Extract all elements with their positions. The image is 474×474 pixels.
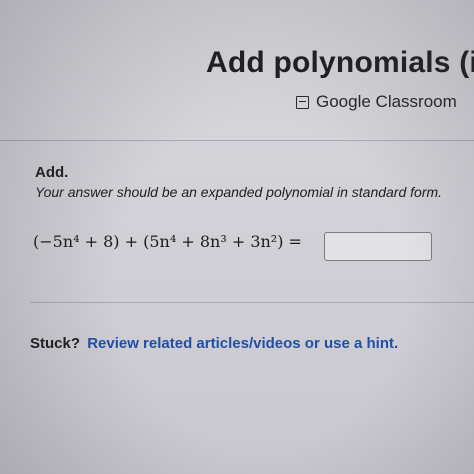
google-classroom-link[interactable]: Google Classroom: [296, 92, 457, 112]
problem-instructions: Your answer should be an expanded polyno…: [35, 184, 443, 200]
google-classroom-label: Google Classroom: [316, 92, 457, 111]
stuck-prompt: Stuck? Review related articles/videos or…: [30, 335, 398, 352]
page-title: Add polynomials (in: [206, 46, 474, 79]
stuck-label: Stuck?: [30, 335, 81, 352]
header-divider: [0, 140, 474, 141]
screen: Add polynomials (in Google Classroom Add…: [0, 0, 474, 474]
footer-divider: [30, 302, 474, 303]
answer-input[interactable]: [324, 232, 432, 261]
polynomial-expression: (−5n⁴ + 8) + (5n⁴ + 8n³ + 3n²) =: [33, 232, 302, 251]
review-hint-link[interactable]: Review related articles/videos or use a …: [87, 335, 398, 352]
problem-heading: Add.: [35, 164, 69, 181]
classroom-box-icon: [296, 95, 309, 109]
